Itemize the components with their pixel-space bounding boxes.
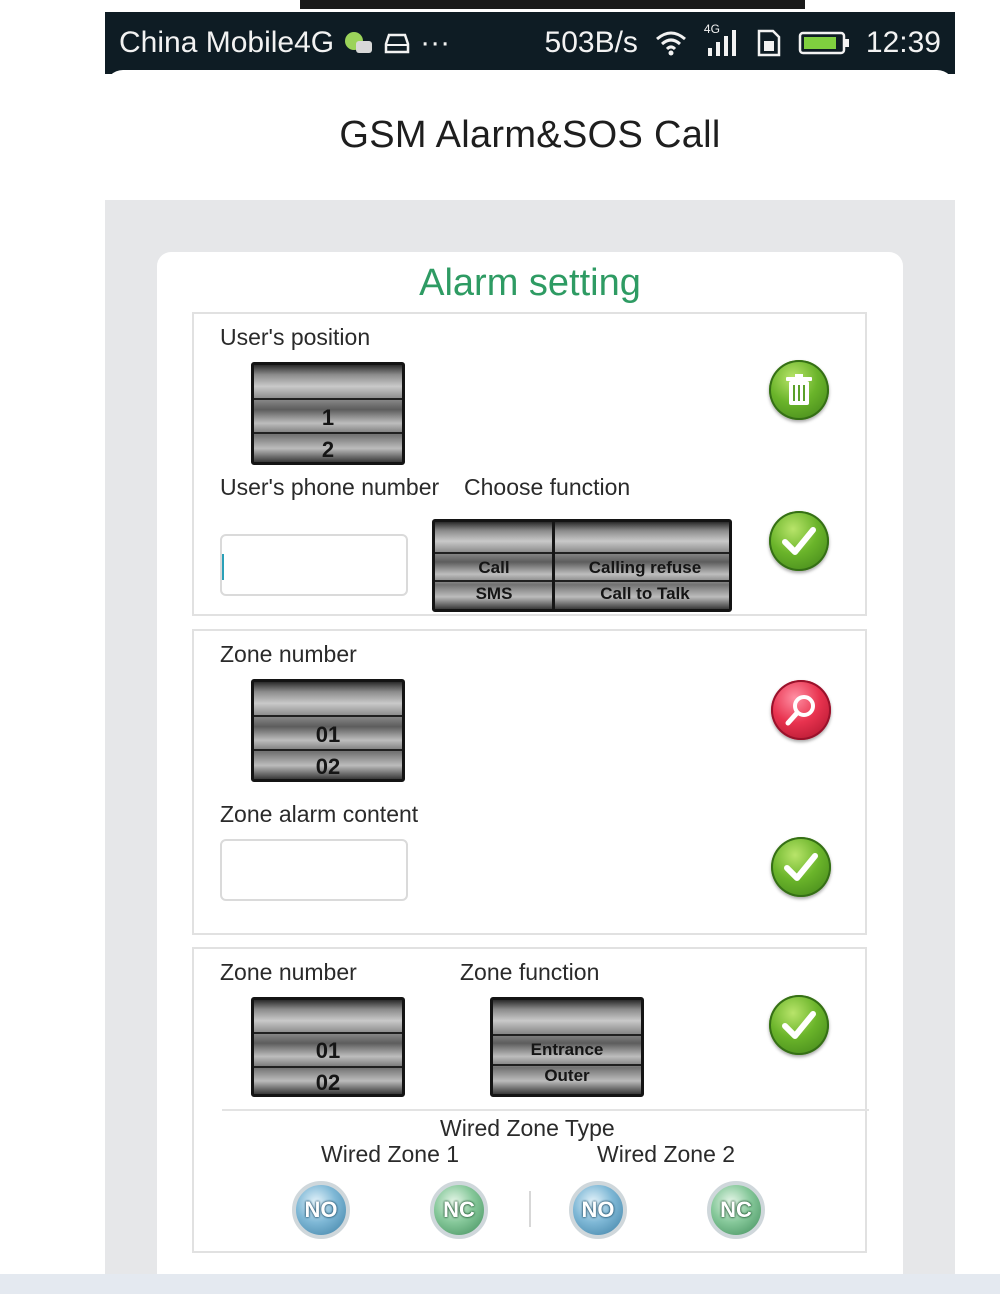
signal-4g-icon: 4G bbox=[704, 22, 740, 58]
picker-value: 01 bbox=[315, 722, 341, 747]
picker-value: 02 bbox=[315, 1070, 341, 1095]
confirm-zone-function-button[interactable] bbox=[769, 995, 829, 1055]
content-area: Alarm setting User's position 1 2 User's… bbox=[105, 200, 955, 1292]
bottom-edge-strip bbox=[0, 1274, 1000, 1294]
status-right-group: 503B/s 4G 12:39 bbox=[544, 22, 941, 60]
confirm-user-button[interactable] bbox=[769, 511, 829, 571]
wired-zone-1-label: Wired Zone 1 bbox=[321, 1141, 460, 1167]
wired-zone-type-label: Wired Zone Type bbox=[440, 1115, 615, 1141]
delete-user-button[interactable] bbox=[769, 360, 829, 420]
picker-separator bbox=[254, 398, 402, 400]
picker-value: 02 bbox=[315, 754, 341, 779]
car-icon bbox=[382, 30, 412, 56]
users-phone-number-input[interactable] bbox=[220, 534, 408, 596]
picker-separator bbox=[254, 432, 402, 434]
picker-value: Call bbox=[478, 558, 510, 577]
picker-separator bbox=[254, 1032, 402, 1034]
no-label: NO bbox=[581, 1197, 615, 1222]
function-column-left: Call SMS bbox=[435, 522, 553, 609]
wifi-icon bbox=[654, 29, 688, 57]
zone-alarm-content-label: Zone alarm content bbox=[220, 801, 419, 827]
confirm-zone-content-button[interactable] bbox=[771, 837, 831, 897]
checkmark-icon bbox=[782, 1011, 816, 1039]
zone-function-label: Zone function bbox=[460, 959, 600, 985]
users-position-label: User's position bbox=[220, 324, 371, 350]
status-bar: China Mobile4G ··· 503B/s 4G 12:39 bbox=[105, 12, 955, 74]
zone-number-picker[interactable]: 01 02 bbox=[251, 997, 405, 1097]
carrier-name: China Mobile4G bbox=[119, 26, 335, 59]
page-title: GSM Alarm&SOS Call bbox=[339, 113, 721, 156]
zone-function-picker[interactable]: Entrance Outer bbox=[490, 997, 644, 1097]
wired-zone-1-no-toggle[interactable]: NO bbox=[292, 1181, 350, 1239]
wired-zone-2-label: Wired Zone 2 bbox=[597, 1141, 736, 1167]
picker-separator bbox=[254, 715, 402, 717]
zone-alarm-content-input[interactable] bbox=[220, 839, 408, 901]
magnifier-icon bbox=[785, 695, 815, 726]
picker-value: SMS bbox=[475, 584, 513, 603]
search-zone-button[interactable] bbox=[771, 680, 831, 740]
checkmark-icon bbox=[782, 527, 816, 555]
trash-icon bbox=[786, 374, 812, 405]
top-edge-bar bbox=[300, 0, 805, 9]
choose-function-label: Choose function bbox=[464, 474, 631, 500]
network-speed: 503B/s bbox=[544, 26, 638, 59]
picker-value: Call to Talk bbox=[600, 584, 690, 603]
clock: 12:39 bbox=[865, 26, 941, 59]
picker-separator bbox=[493, 1034, 641, 1036]
picker-value: Calling refuse bbox=[588, 558, 702, 577]
sync-icon bbox=[342, 29, 374, 57]
users-phone-number-label: User's phone number bbox=[220, 474, 440, 500]
sim-icon bbox=[756, 28, 782, 58]
user-settings-panel: User's position 1 2 User's phone number … bbox=[192, 312, 867, 616]
wired-zone-2-no-toggle[interactable]: NO bbox=[569, 1181, 627, 1239]
zone-number-label: Zone number bbox=[220, 641, 357, 667]
app-header: GSM Alarm&SOS Call bbox=[105, 70, 955, 200]
text-caret bbox=[222, 554, 224, 580]
picker-value: Entrance bbox=[530, 1040, 604, 1059]
section-title: Alarm setting bbox=[419, 262, 641, 304]
picker-separator bbox=[254, 1066, 402, 1068]
users-position-picker[interactable]: 1 2 bbox=[251, 362, 405, 465]
no-label: NO bbox=[304, 1197, 338, 1222]
picker-value: 01 bbox=[315, 1038, 341, 1063]
checkmark-icon bbox=[784, 853, 818, 881]
alarm-setting-card: Alarm setting User's position 1 2 User's… bbox=[157, 252, 903, 1292]
wired-zone-separator bbox=[529, 1191, 531, 1227]
picker-value: Outer bbox=[544, 1066, 590, 1085]
zone-number-picker[interactable]: 01 02 bbox=[251, 679, 405, 782]
zone-number-label: Zone number bbox=[220, 959, 357, 985]
wired-zone-2-nc-toggle[interactable]: NC bbox=[707, 1181, 765, 1239]
picker-separator bbox=[254, 749, 402, 751]
nc-label: NC bbox=[720, 1197, 752, 1222]
network-type-label: 4G bbox=[703, 22, 720, 36]
zone-content-panel: Zone number 01 02 Zone alarm content bbox=[192, 629, 867, 935]
nc-label: NC bbox=[443, 1197, 475, 1222]
function-column-right: Calling refuse Call to Talk bbox=[555, 522, 729, 609]
carrier-group: China Mobile4G ··· bbox=[119, 26, 450, 60]
picker-value: 1 bbox=[321, 405, 335, 430]
more-notifications: ··· bbox=[420, 26, 451, 59]
section-divider bbox=[222, 1109, 869, 1111]
choose-function-picker[interactable]: Call SMS Calling refuse Call to Talk bbox=[432, 519, 732, 612]
picker-value: 2 bbox=[321, 437, 335, 462]
battery-icon bbox=[798, 30, 850, 56]
wired-zone-1-nc-toggle[interactable]: NC bbox=[430, 1181, 488, 1239]
zone-function-panel: Zone number Zone function 01 02 Entrance… bbox=[192, 947, 869, 1253]
